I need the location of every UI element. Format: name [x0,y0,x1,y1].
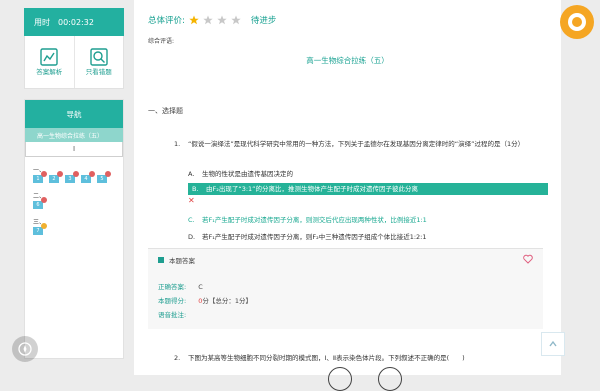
correct-answer-row: 正确答案: C [158,281,203,291]
evaluation-verdict: 待进步 [250,16,277,26]
chart-icon [40,48,58,66]
score-label: 本题得分: [158,297,187,305]
question-chip-1[interactable]: 1 [33,171,47,183]
user-badge-icon[interactable] [560,5,594,39]
chevron-up-icon [549,340,557,347]
option-b-selected[interactable]: B. 由F₂出现了“3:1”的分离比，推测生物体产生配子时成对遗传因子彼此分离 [188,183,548,195]
answer-heading: 本题答案 [158,255,195,265]
question-stem: “假说一演绎法”是现代科学研究中常用的一种方法，下列关于孟德尔在发现基因分离定律… [188,140,525,148]
star-empty-icon [217,15,227,25]
compass-icon [18,342,32,356]
comment-label: 综合评语: [148,38,175,45]
star-empty-icon [203,15,213,25]
wrong-marker-icon [41,171,47,177]
question-chip-7[interactable]: 7 [33,223,47,235]
wrong-marker-icon [57,171,63,177]
nav-group-1: 一、 1 2 3 4 5 [33,165,123,183]
timer-value: 00:02:32 [58,17,94,27]
nav-group-2: 二、 6 [33,191,123,209]
option-c-correct[interactable]: C. 若F₁产生配子时成对遗传因子分离，则测交后代应出现两种性状，比例接近1:1 [188,214,544,226]
score-suffix: 分【总分：1分】 [202,297,252,305]
answer-analysis-button[interactable]: 答案解析 [25,36,74,88]
voice-note-label: 语音批注: [158,311,187,319]
timer-label: 用时 [34,17,50,27]
nav-group-3: 三、 7 [33,217,123,235]
question-chip-2[interactable]: 2 [49,171,63,183]
wrong-marker-icon [105,171,111,177]
answer-analysis-label: 答案解析 [36,68,63,76]
voice-note-row: 语音批注: [158,309,186,319]
search-icon [90,48,108,66]
nav-title: 导航 [25,100,123,128]
answer-box: 本题答案 正确答案: C 本题得分: 0分【总分：1分】 语音批注: [148,248,543,329]
question-number: 2. [174,354,181,362]
star-empty-icon [231,15,241,25]
star-filled-icon [189,15,199,25]
scroll-top-button[interactable] [541,332,565,356]
heart-icon[interactable] [523,254,533,264]
question-chip-6[interactable]: 6 [33,197,47,209]
left-panel: 用时 00:02:32 答案解析 只看错题 导航 高一生物综合拉练（五） I 一… [24,8,124,359]
option-d[interactable]: D. 若F₁产生配子时成对遗传因子分离，则F₂中三种遗传因子组成个体比接近1:2:… [188,231,544,243]
question-stem: 下图为某高等生物细胞不同分裂时期的模式图，Ⅰ、Ⅱ表示染色体片段。下列叙述不正确的… [188,354,465,362]
question-chip-5[interactable]: 5 [97,171,111,183]
question-1: 1. “假说一演绎法”是现代科学研究中常用的一种方法，下列关于孟德尔在发现基因分… [174,138,548,241]
nav-paper-name: 高一生物综合拉练（五） [25,128,123,142]
answer-heading-label: 本题答案 [169,257,195,265]
score-row: 本题得分: 0分【总分：1分】 [158,295,252,305]
navigation-panel: 导航 高一生物综合拉练（五） I 一、 1 2 3 4 5 二、 6 三、 7 [24,99,124,359]
assistive-touch-button[interactable] [12,336,38,362]
question-number: 1. [174,140,181,148]
question-chip-3[interactable]: 3 [65,171,79,183]
nav-tab-1[interactable]: I [25,142,123,157]
evaluation-label: 总体评价: [148,16,185,26]
timer-bar: 用时 00:02:32 [24,8,124,36]
cell-diagram-1 [328,367,352,391]
evaluation-row: 总体评价: 待进步 [148,14,276,26]
wrong-marker-icon [73,171,79,177]
tool-row: 答案解析 只看错题 [24,36,124,89]
wrong-only-label: 只看错题 [85,68,112,76]
option-a[interactable]: A. 生物的性状是由遗传基因决定的 [188,168,544,180]
cell-diagram-2 [378,367,402,391]
main-panel: 总体评价: 待进步 综合评语: 高一生物综合拉练（五） 一、选择题 1. “假说… [134,0,561,391]
question-2: 2. 下图为某高等生物细胞不同分裂时期的模式图，Ⅰ、Ⅱ表示染色体片段。下列叙述不正… [174,352,465,362]
section-title: 一、选择题 [148,107,183,115]
wrong-only-button[interactable]: 只看错题 [73,36,124,88]
correct-answer-value: C [198,283,203,291]
correct-answer-label: 正确答案: [158,283,187,291]
partial-marker-icon [41,223,47,229]
wrong-marker-icon [41,197,47,203]
square-icon [158,257,164,263]
paper-title: 高一生物综合拉练（五） [306,56,389,65]
wrong-x-icon: ✕ [188,196,195,205]
question-chip-4[interactable]: 4 [81,171,95,183]
wrong-marker-icon [89,171,95,177]
